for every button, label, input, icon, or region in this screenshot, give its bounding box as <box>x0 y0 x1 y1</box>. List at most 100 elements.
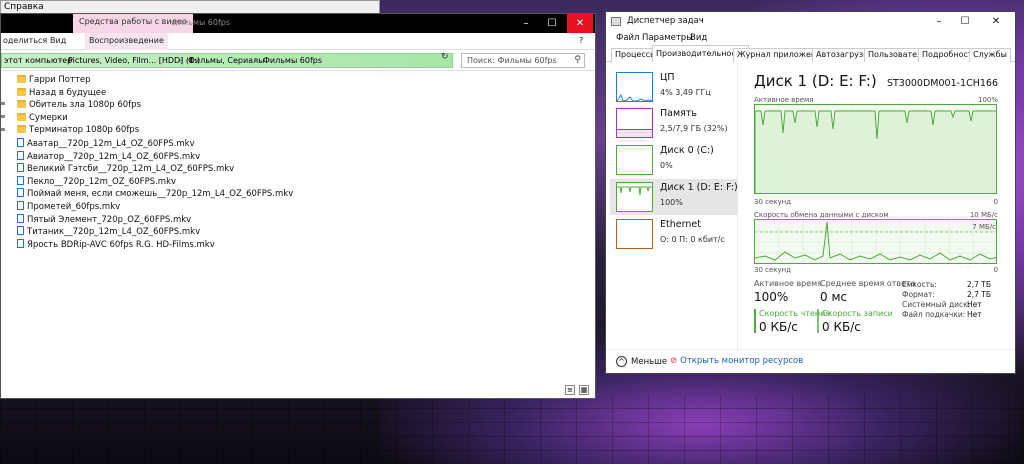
sidebar-item-memory[interactable]: Память 2,5/7,9 ГБ (32%) <box>612 105 736 141</box>
sidebar-item-disk0[interactable]: Диск 0 (C:) 0% <box>612 142 736 178</box>
background-window[interactable]: Справка <box>0 0 380 14</box>
disk1-sparkline <box>617 186 652 196</box>
write-speed-label: Скорость записи <box>822 309 893 318</box>
folder-item[interactable]: Обитель зла 1080p 60fps <box>17 100 141 112</box>
help-menu[interactable]: Справка <box>4 2 44 12</box>
search-input[interactable]: Поиск: Фильмы 60fps ⚲ <box>461 53 585 68</box>
maximize-button[interactable]: ☐ <box>953 12 977 31</box>
video-file-icon <box>17 150 24 160</box>
folder-icon <box>17 100 26 109</box>
file-name: Пятый Элемент_720p_OZ_60FPS.mkv <box>27 214 192 225</box>
memory-thumbnail-graph <box>616 108 653 138</box>
file-item[interactable]: Пятый Элемент_720p_OZ_60FPS.mkv <box>17 213 192 226</box>
file-item[interactable]: Великий Гэтсби__720p_12m_L4_OZ_60FPS.mkv <box>17 163 234 175</box>
minimize-button[interactable]: – <box>513 14 539 33</box>
folder-item[interactable]: Терминатор 1080p 60fps <box>17 125 139 137</box>
minimize-button[interactable]: – <box>927 12 951 31</box>
folder-item[interactable]: Гарри Поттер <box>17 75 91 87</box>
disk-detail-panel: Диск 1 (D: E: F:) ST3000DM001-1CH166 Акт… <box>754 66 1004 351</box>
ethernet-thumbnail-graph <box>616 219 653 249</box>
transfer-graph-max: 10 МБ/с <box>969 211 998 219</box>
file-item[interactable]: Титаник__720p_12m_L4_OZ_60FPS.mkv <box>17 226 200 238</box>
explorer-ribbon: оделиться Вид Воспроизведение ? <box>1 33 595 50</box>
ethernet-value: О: 0 П: 0 кбит/с <box>660 235 725 244</box>
transfer-graph-timespan: 30 секунд <box>754 266 792 274</box>
breadcrumb-chevron-icon: › <box>59 56 63 65</box>
close-button[interactable]: ✕ <box>984 12 1008 31</box>
disk0-label: Диск 0 (C:) <box>660 145 714 156</box>
tab-services[interactable]: Службы <box>969 48 1011 62</box>
disk0-value: 0% <box>660 161 673 170</box>
file-name: Назад в будущее <box>29 87 107 98</box>
navigation-pane[interactable] <box>1 71 17 391</box>
nav-marker <box>1 128 5 131</box>
format-key: Формат: <box>902 290 935 299</box>
performance-sidebar: ЦП 4% 3,49 ГГц Память 2,5/7,9 ГБ (32%) Д… <box>606 63 738 353</box>
folder-icon <box>17 125 26 134</box>
sidebar-item-ethernet[interactable]: Ethernet О: 0 П: 0 кбит/с <box>612 216 736 252</box>
fewer-details-button[interactable]: ^ Меньше <box>616 356 667 367</box>
pagefile-key: Файл подкачки: <box>902 310 966 319</box>
memory-value: 2,5/7,9 ГБ (32%) <box>660 124 728 133</box>
folder-item[interactable]: Сумерки <box>17 112 68 125</box>
ribbon-tab-view[interactable]: Вид <box>50 36 66 45</box>
file-name: Гарри Поттер <box>29 75 91 85</box>
taskmgr-tabs: Процессы Производительность Журнал прило… <box>606 45 1015 62</box>
file-item[interactable]: Аватар__720p_12m_L4_OZ_60FPS.mkv <box>17 138 195 150</box>
disk-title: Диск 1 (D: E: F:) <box>754 72 877 90</box>
file-name: Великий Гэтсби__720p_12m_L4_OZ_60FPS.mkv <box>27 164 235 175</box>
folder-item[interactable]: Назад в будущее <box>17 87 107 100</box>
close-button[interactable]: ✕ <box>567 14 593 33</box>
tiles-view-icon[interactable]: ▦ <box>579 385 589 395</box>
file-item[interactable]: Пекло__720p_12m_OZ_60FPS.mkv <box>17 175 176 188</box>
wallpaper-pavement <box>0 395 1024 464</box>
search-placeholder: Поиск: Фильмы 60fps <box>467 56 557 65</box>
details-view-icon[interactable]: ≡ <box>565 385 575 395</box>
menu-options[interactable]: Параметры <box>642 33 693 43</box>
disk0-thumbnail-graph <box>616 145 653 175</box>
address-bar[interactable]: этот компьютер › Pictures, Video, Film..… <box>1 53 453 68</box>
ribbon-tab-playback[interactable]: Воспроизведение <box>85 33 168 50</box>
taskmgr-titlebar[interactable]: Диспетчер задач – ☐ ✕ <box>606 12 1015 31</box>
sidebar-item-disk1[interactable]: Диск 1 (D: E: F:) 100% <box>610 179 738 215</box>
write-speed-value: 0 КБ/с <box>822 320 861 334</box>
video-file-icon <box>17 175 24 185</box>
file-name: Прометей_60fps.mkv <box>27 202 121 212</box>
file-name: Ярость BDRip-AVC 60fps R.G. HD-Films.mkv <box>27 239 215 250</box>
taskmgr-footer: ^ Меньше ⊘ Открыть монитор ресурсов <box>606 349 1015 373</box>
sidebar-item-cpu[interactable]: ЦП 4% 3,49 ГГц <box>612 69 736 105</box>
active-time-graph <box>754 104 997 194</box>
refresh-icon[interactable]: ↻ <box>441 52 449 62</box>
video-file-icon <box>17 226 24 236</box>
file-item[interactable]: Авиатор__720p_12m_L4_OZ_60FPS.mkv <box>17 150 200 163</box>
nav-marker <box>1 102 5 105</box>
cpu-value: 4% 3,49 ГГц <box>660 88 711 97</box>
disk1-value: 100% <box>660 198 683 207</box>
breadcrumb-current[interactable]: Фильмы 60fps <box>263 56 322 65</box>
explorer-titlebar[interactable]: Средства работы с видео Фильмы 60fps – ☐… <box>1 14 595 33</box>
file-name: Поймай меня, если сможешь__720p_12m_L4_O… <box>27 189 294 200</box>
maximize-button[interactable]: ☐ <box>539 14 565 33</box>
folder-icon <box>17 87 26 96</box>
open-resource-monitor-link[interactable]: ⊘ Открыть монитор ресурсов <box>670 356 803 366</box>
file-item[interactable]: Ярость BDRip-AVC 60fps R.G. HD-Films.mkv <box>17 238 215 251</box>
ribbon-tab-share[interactable]: оделиться <box>3 36 47 45</box>
menu-file[interactable]: Файл <box>616 33 639 43</box>
file-name: Аватар__720p_12m_L4_OZ_60FPS.mkv <box>27 139 195 149</box>
explorer-window[interactable]: Средства работы с видео Фильмы 60fps – ☐… <box>0 13 596 399</box>
transfer-rate-plot <box>755 220 996 263</box>
menu-view[interactable]: Вид <box>690 33 707 43</box>
task-manager-window[interactable]: Диспетчер задач – ☐ ✕ Файл Параметры Вид… <box>605 11 1016 374</box>
file-list[interactable]: Гарри Поттер Назад в будущее Обитель зла 1… <box>17 71 587 387</box>
disk1-thumbnail-graph <box>616 182 653 212</box>
file-item[interactable]: Прометей_60fps.mkv <box>17 201 120 213</box>
capacity-key: Емкость: <box>902 280 937 289</box>
explorer-title: Фильмы 60fps <box>171 18 231 27</box>
help-icon[interactable]: ? <box>579 36 583 45</box>
nav-marker <box>1 115 5 118</box>
fewer-details-label: Меньше <box>631 357 668 367</box>
breadcrumb-films[interactable]: Фильмы, Сериалы <box>188 56 264 65</box>
file-item[interactable]: Поймай меня, если сможешь__720p_12m_L4_O… <box>17 188 293 200</box>
read-speed-bar <box>754 309 756 333</box>
resource-monitor-icon: ⊘ <box>670 356 678 366</box>
